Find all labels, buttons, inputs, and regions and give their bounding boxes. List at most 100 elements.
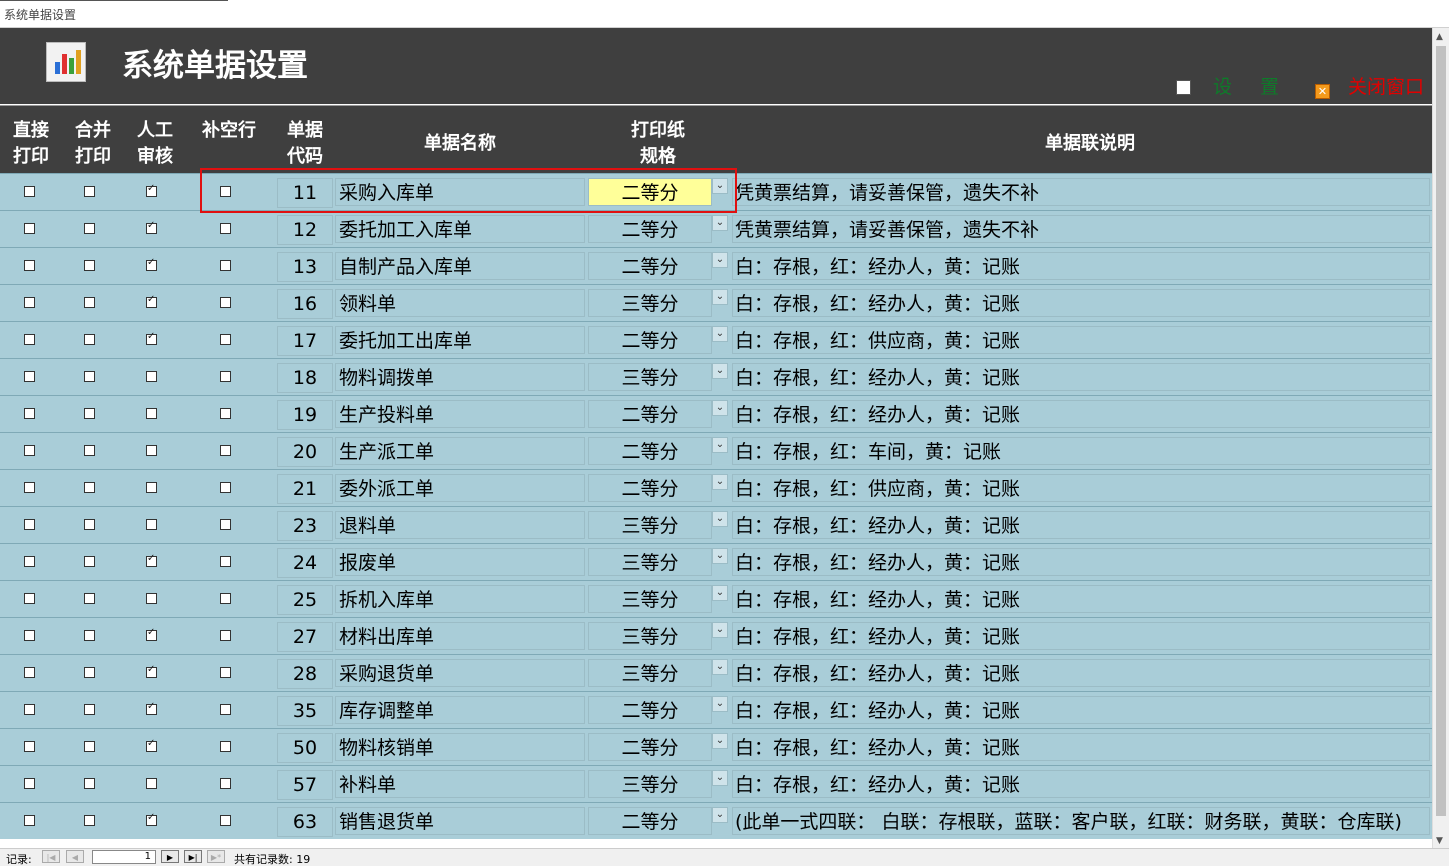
doc-copies-desc-field[interactable]: 白：存根，红：经办人，黄：记账 (732, 770, 1430, 798)
fill-checkbox[interactable] (220, 815, 231, 826)
merge-checkbox[interactable] (84, 260, 95, 271)
table-row[interactable]: 35库存调整单二等分⌄白：存根，红：经办人，黄：记账 (0, 691, 1432, 728)
doc-name-field[interactable]: 委托加工入库单 (335, 215, 585, 243)
direct-checkbox[interactable] (24, 482, 35, 493)
fill-checkbox[interactable] (220, 445, 231, 456)
doc-copies-desc-field[interactable]: 白：存根，红：经办人，黄：记账 (732, 548, 1430, 576)
doc-code-field[interactable]: 18 (277, 363, 333, 393)
chevron-down-icon[interactable]: ⌄ (712, 474, 728, 490)
paper-size-select[interactable]: 三等分 (588, 548, 712, 576)
paper-size-select[interactable]: 二等分 (588, 326, 712, 354)
chevron-down-icon[interactable]: ⌄ (712, 252, 728, 268)
manual-checkbox[interactable] (146, 664, 157, 678)
merge-checkbox[interactable] (84, 704, 95, 715)
manual-checkbox[interactable] (146, 778, 157, 789)
manual-checkbox[interactable] (146, 519, 157, 530)
close-window-button[interactable]: ✕ 关闭窗口 (1315, 72, 1424, 99)
doc-copies-desc-field[interactable]: 白：存根，红：经办人，黄：记账 (732, 252, 1430, 280)
direct-checkbox[interactable] (24, 593, 35, 604)
table-row[interactable]: 57 补料单 三等分 ⌄ 白：存根，红：经办人，黄：记账 (0, 765, 1432, 802)
fill-checkbox[interactable] (220, 593, 231, 604)
chevron-down-icon[interactable]: ⌄ (712, 289, 728, 305)
doc-code-field[interactable]: 12 (277, 215, 333, 245)
chevron-down-icon[interactable]: ⌄ (712, 215, 728, 231)
merge-checkbox[interactable] (84, 223, 95, 234)
doc-copies-desc-field[interactable]: 凭黄票结算，请妥善保管，遗失不补 (732, 215, 1430, 243)
fill-checkbox[interactable] (220, 223, 231, 234)
doc-copies-desc-field[interactable]: 白：存根，红：车间，黄：记账 (732, 437, 1430, 465)
paper-size-select[interactable]: 三等分 (588, 363, 712, 391)
paper-size-select[interactable]: 二等分 (588, 437, 712, 465)
doc-copies-desc-field[interactable]: (此单一式四联： 白联：存根联，蓝联：客户联，红联：财务联，黄联：仓库联) (732, 807, 1430, 835)
table-row[interactable]: 20 生产派工单 二等分 ⌄ 白：存根，红：车间，黄：记账 (0, 432, 1432, 469)
fill-checkbox[interactable] (220, 408, 231, 419)
manual-checkbox[interactable] (146, 812, 157, 826)
doc-name-field[interactable]: 材料出库单 (335, 622, 585, 650)
merge-checkbox[interactable] (84, 741, 95, 752)
fill-checkbox[interactable] (220, 630, 231, 641)
fill-checkbox[interactable] (220, 556, 231, 567)
next-record-icon[interactable]: ▶ (161, 850, 179, 863)
last-record-icon[interactable]: ▶| (184, 850, 202, 863)
doc-name-field[interactable]: 自制产品入库单 (335, 252, 585, 280)
direct-checkbox[interactable] (24, 371, 35, 382)
doc-code-field[interactable]: 27 (277, 622, 333, 652)
paper-size-select[interactable]: 三等分 (588, 289, 712, 317)
paper-size-select[interactable]: 三等分 (588, 585, 712, 613)
scroll-down-icon[interactable]: ▼ (1436, 836, 1443, 846)
manual-checkbox[interactable] (146, 593, 157, 604)
chevron-down-icon[interactable]: ⌄ (712, 659, 728, 675)
direct-checkbox[interactable] (24, 408, 35, 419)
prev-record-icon[interactable]: ◀ (66, 850, 84, 863)
chevron-down-icon[interactable]: ⌄ (712, 807, 728, 823)
merge-checkbox[interactable] (84, 778, 95, 789)
doc-name-field[interactable]: 销售退货单 (335, 807, 585, 835)
merge-checkbox[interactable] (84, 482, 95, 493)
settings-button[interactable]: 设置 (1176, 72, 1307, 99)
chevron-down-icon[interactable]: ⌄ (712, 326, 728, 342)
paper-size-select[interactable]: 二等分 (588, 474, 712, 502)
table-row[interactable]: 23 退料单 三等分 ⌄ 白：存根，红：经办人，黄：记账 (0, 506, 1432, 543)
merge-checkbox[interactable] (84, 371, 95, 382)
direct-checkbox[interactable] (24, 297, 35, 308)
paper-size-select[interactable]: 二等分 (588, 215, 712, 243)
doc-name-field[interactable]: 库存调整单 (335, 696, 585, 724)
manual-checkbox[interactable] (146, 220, 157, 234)
fill-checkbox[interactable] (220, 519, 231, 530)
fill-checkbox[interactable] (220, 371, 231, 382)
fill-checkbox[interactable] (220, 260, 231, 271)
paper-size-select[interactable]: 三等分 (588, 770, 712, 798)
doc-name-field[interactable]: 委托加工出库单 (335, 326, 585, 354)
doc-copies-desc-field[interactable]: 白：存根，红：供应商，黄：记账 (732, 326, 1430, 354)
merge-checkbox[interactable] (84, 815, 95, 826)
merge-checkbox[interactable] (84, 630, 95, 641)
direct-checkbox[interactable] (24, 630, 35, 641)
first-record-icon[interactable]: |◀ (42, 850, 60, 863)
direct-checkbox[interactable] (24, 667, 35, 678)
doc-code-field[interactable]: 21 (277, 474, 333, 504)
direct-checkbox[interactable] (24, 186, 35, 197)
merge-checkbox[interactable] (84, 667, 95, 678)
doc-code-field[interactable]: 17 (277, 326, 333, 356)
direct-checkbox[interactable] (24, 815, 35, 826)
chevron-down-icon[interactable]: ⌄ (712, 363, 728, 379)
doc-copies-desc-field[interactable]: 白：存根，红：经办人，黄：记账 (732, 511, 1430, 539)
doc-name-field[interactable]: 生产派工单 (335, 437, 585, 465)
fill-checkbox[interactable] (220, 334, 231, 345)
table-row[interactable]: 13自制产品入库单二等分⌄白：存根，红：经办人，黄：记账 (0, 247, 1432, 284)
fill-checkbox[interactable] (220, 741, 231, 752)
chevron-down-icon[interactable]: ⌄ (712, 511, 728, 527)
doc-code-field[interactable]: 50 (277, 733, 333, 763)
table-row[interactable]: 21 委外派工单 二等分 ⌄ 白：存根，红：供应商，黄：记账 (0, 469, 1432, 506)
fill-checkbox[interactable] (220, 778, 231, 789)
doc-copies-desc-field[interactable]: 白：存根，红：经办人，黄：记账 (732, 733, 1430, 761)
manual-checkbox[interactable] (146, 294, 157, 308)
direct-checkbox[interactable] (24, 741, 35, 752)
table-row[interactable]: 18 物料调拨单 三等分 ⌄ 白：存根，红：经办人，黄：记账 (0, 358, 1432, 395)
doc-copies-desc-field[interactable]: 白：存根，红：经办人，黄：记账 (732, 622, 1430, 650)
doc-name-field[interactable]: 生产投料单 (335, 400, 585, 428)
direct-checkbox[interactable] (24, 519, 35, 530)
manual-checkbox[interactable] (146, 738, 157, 752)
doc-name-field[interactable]: 委外派工单 (335, 474, 585, 502)
doc-code-field[interactable]: 23 (277, 511, 333, 541)
